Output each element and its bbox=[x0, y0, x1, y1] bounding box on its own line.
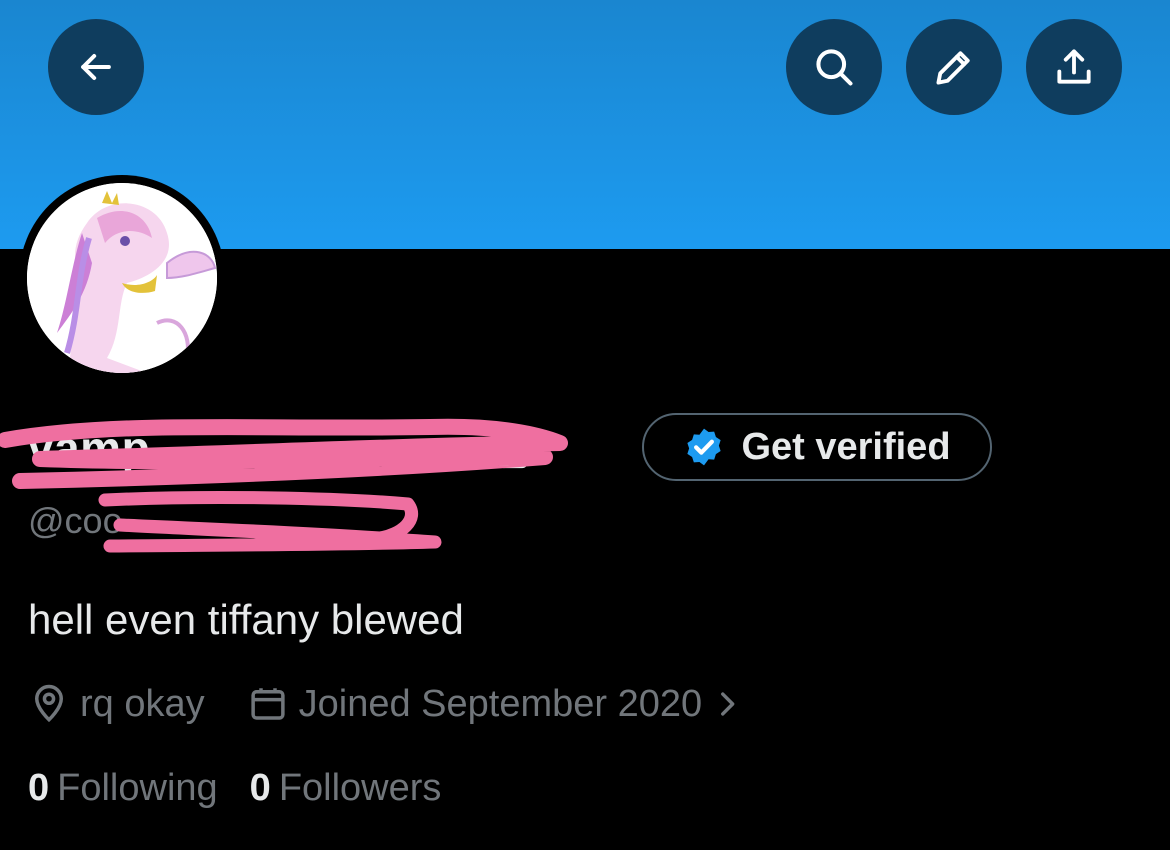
follow-stats: 0 Following 0 Followers bbox=[28, 762, 441, 814]
location-item: rq okay bbox=[28, 683, 205, 726]
joined-text: Joined September 2020 bbox=[298, 682, 703, 725]
following-stat[interactable]: 0 Following bbox=[28, 767, 218, 810]
following-count: 0 bbox=[28, 766, 50, 809]
profile-meta-row: rq okay Joined September 2020 bbox=[28, 678, 744, 730]
location-pin-icon bbox=[34, 684, 64, 723]
followers-stat[interactable]: 0 Followers bbox=[250, 767, 442, 810]
pony-avatar-image bbox=[27, 183, 217, 373]
calendar-icon bbox=[251, 688, 285, 720]
chevron-right-icon bbox=[721, 692, 735, 716]
lock-icon bbox=[498, 427, 528, 469]
profile-handle: @coo bbox=[28, 500, 123, 542]
following-label: Following bbox=[57, 766, 218, 809]
display-name: vamp bbox=[28, 422, 151, 474]
location-text: rq okay bbox=[80, 682, 205, 725]
get-verified-button[interactable]: Get verified bbox=[642, 413, 992, 481]
profile-bio: hell even tiffany blewed bbox=[28, 596, 464, 643]
redaction-scribble-handle bbox=[98, 490, 442, 553]
edit-button[interactable] bbox=[906, 19, 1002, 115]
share-icon bbox=[1057, 49, 1091, 84]
handle-text: @coo bbox=[28, 500, 123, 541]
name-row: vamp bbox=[28, 412, 532, 484]
arrow-left-icon bbox=[81, 53, 111, 81]
search-icon bbox=[816, 49, 853, 86]
back-button[interactable] bbox=[48, 19, 144, 115]
avatar[interactable] bbox=[27, 183, 217, 373]
followers-label: Followers bbox=[278, 766, 442, 809]
pencil-icon bbox=[936, 51, 970, 85]
followers-count: 0 bbox=[249, 766, 271, 809]
search-button[interactable] bbox=[786, 19, 882, 115]
profile-page: vamp Get verified @coo hell even tiffany… bbox=[0, 0, 1170, 850]
get-verified-label: Get verified bbox=[741, 425, 951, 468]
share-button[interactable] bbox=[1026, 19, 1122, 115]
verified-badge-icon bbox=[687, 428, 722, 466]
joined-item[interactable]: Joined September 2020 bbox=[247, 683, 745, 726]
